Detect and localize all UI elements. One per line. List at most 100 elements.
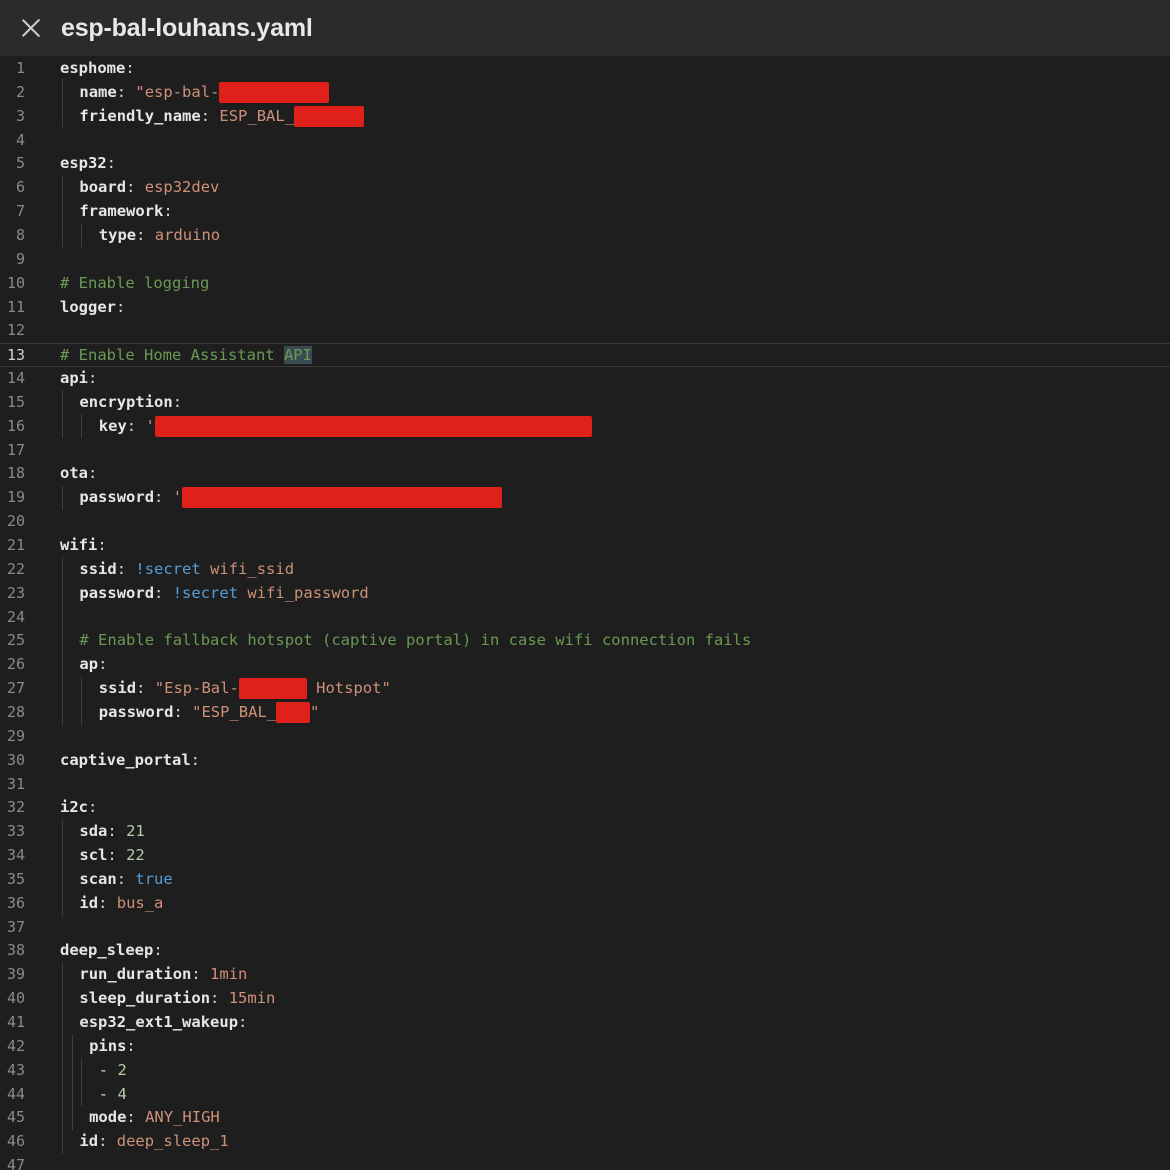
line-number: 32	[6, 798, 25, 817]
code-line[interactable]: 1 esphome:	[0, 57, 1170, 81]
code-text: name: "esp-bal-	[79, 81, 330, 105]
code-line[interactable]: 38 deep_sleep:	[0, 939, 1170, 963]
code-line[interactable]: 3 friendly_name: ESP_BAL_	[0, 105, 1170, 129]
code-token: ESP_BAL_	[219, 106, 295, 125]
code-line[interactable]: 19 password: '	[0, 486, 1170, 510]
code-line[interactable]: 31	[0, 773, 1170, 797]
code-text: esp32_ext1_wakeup:	[79, 1011, 247, 1035]
line-number: 23	[6, 583, 25, 602]
code-token: captive_portal	[60, 750, 191, 769]
code-line[interactable]: 40 sleep_duration: 15min	[0, 987, 1170, 1011]
line-number: 33	[6, 822, 25, 841]
code-line[interactable]: 32 i2c:	[0, 796, 1170, 820]
code-line[interactable]: 24	[0, 606, 1170, 630]
code-line[interactable]: 10 # Enable logging	[0, 272, 1170, 296]
line-number: 18	[6, 464, 25, 483]
code-text: framework:	[79, 200, 172, 224]
code-token: wifi_password	[238, 583, 369, 602]
code-line[interactable]: 45 mode: ANY_HIGH	[0, 1106, 1170, 1130]
code-line[interactable]: 18 ota:	[0, 462, 1170, 486]
code-line[interactable]: 42 pins:	[0, 1035, 1170, 1059]
line-number: 46	[6, 1132, 25, 1151]
code-token: encryption	[79, 392, 173, 411]
code-line[interactable]: 35 scan: true	[0, 868, 1170, 892]
code-line[interactable]: 34 scl: 22	[0, 844, 1170, 868]
code-line[interactable]: 46 id: deep_sleep_1	[0, 1130, 1170, 1154]
code-line[interactable]: 15 encryption:	[0, 391, 1170, 415]
code-text: password: !secret wifi_password	[79, 582, 368, 606]
code-token: :	[126, 1036, 136, 1055]
editor-title-bar: esp-bal-louhans.yaml	[0, 0, 1170, 56]
code-line[interactable]: 17	[0, 439, 1170, 463]
line-number: 5	[15, 154, 25, 173]
code-line[interactable]: 6 board: esp32dev	[0, 176, 1170, 200]
code-line[interactable]: 7 framework:	[0, 200, 1170, 224]
code-token: :	[116, 869, 136, 888]
code-token: friendly_name	[79, 106, 201, 125]
code-token: :	[116, 559, 136, 578]
code-text: ssid: "Esp-Bal- Hotspot"	[99, 677, 391, 701]
code-text: ap:	[79, 653, 107, 677]
code-token: "esp-bal-	[135, 82, 220, 101]
code-text: password: '	[79, 486, 503, 510]
code-text: type: arduino	[99, 224, 220, 248]
code-token: :	[88, 369, 98, 388]
code-text: scl: 22	[79, 844, 144, 868]
code-line[interactable]: 44 - 4	[0, 1083, 1170, 1107]
line-number: 44	[6, 1084, 25, 1103]
line-number: 45	[6, 1108, 25, 1127]
code-token: :	[97, 536, 107, 554]
code-token: 15min	[228, 989, 276, 1008]
code-token: ANY_HIGH	[145, 1108, 220, 1127]
code-token: :	[173, 702, 193, 721]
redacted-value	[276, 701, 311, 723]
code-token: :	[172, 392, 183, 411]
code-text: sleep_duration: 15min	[79, 987, 275, 1011]
code-line[interactable]: 29	[0, 725, 1170, 749]
code-line[interactable]: 43 - 2	[0, 1059, 1170, 1083]
line-number: 24	[6, 607, 25, 626]
code-line[interactable]: 28 password: "ESP_BAL_ "	[0, 701, 1170, 725]
line-number: 30	[6, 750, 25, 769]
code-line[interactable]: 8 type: arduino	[0, 224, 1170, 248]
code-line[interactable]: 16 key: '	[0, 415, 1170, 439]
code-token: '	[172, 488, 183, 507]
code-text: deep_sleep:	[60, 939, 163, 963]
code-token: :	[126, 416, 146, 435]
line-number: 21	[6, 536, 25, 554]
code-line[interactable]: 26 ap:	[0, 653, 1170, 677]
code-token: -	[98, 1084, 118, 1103]
code-line[interactable]: 9	[0, 248, 1170, 272]
code-line[interactable]: 13 # Enable Home Assistant API	[0, 343, 1170, 368]
code-line[interactable]: 47	[0, 1154, 1170, 1170]
code-token: true	[135, 869, 173, 888]
code-text: mode: ANY_HIGH	[89, 1106, 220, 1130]
code-line[interactable]: 27 ssid: "Esp-Bal- Hotspot"	[0, 677, 1170, 701]
code-line[interactable]: 20	[0, 510, 1170, 534]
code-token: ssid	[79, 559, 117, 578]
code-line[interactable]: 14 api:	[0, 367, 1170, 391]
code-token: esphome	[60, 59, 126, 77]
code-line[interactable]: 33 sda: 21	[0, 820, 1170, 844]
code-line[interactable]: 4	[0, 129, 1170, 153]
code-line[interactable]: 2 name: "esp-bal-	[0, 81, 1170, 105]
code-token: :	[106, 154, 117, 173]
close-icon[interactable]	[16, 13, 46, 43]
line-number: 8	[15, 225, 25, 244]
code-line[interactable]: 25 # Enable fallback hotspot (captive por…	[0, 629, 1170, 653]
code-line[interactable]: 41 esp32_ext1_wakeup:	[0, 1011, 1170, 1035]
redacted-value	[238, 678, 307, 700]
code-line[interactable]: 36 id: bus_a	[0, 892, 1170, 916]
code-token: esp32dev	[144, 178, 220, 197]
code-line[interactable]: 5 esp32:	[0, 152, 1170, 176]
code-line[interactable]: 11 logger:	[0, 296, 1170, 320]
code-editor[interactable]: 1 esphome: 2 name: "esp-bal- 3 friendly_name:…	[0, 57, 1170, 1170]
code-line[interactable]: 22 ssid: !secret wifi_ssid	[0, 558, 1170, 582]
code-line[interactable]: 37	[0, 916, 1170, 940]
line-number: 28	[6, 702, 25, 721]
code-line[interactable]: 21 wifi:	[0, 534, 1170, 558]
code-line[interactable]: 12	[0, 319, 1170, 343]
code-line[interactable]: 23 password: !secret wifi_password	[0, 582, 1170, 606]
code-line[interactable]: 30 captive_portal:	[0, 749, 1170, 773]
code-line[interactable]: 39 run_duration: 1min	[0, 963, 1170, 987]
